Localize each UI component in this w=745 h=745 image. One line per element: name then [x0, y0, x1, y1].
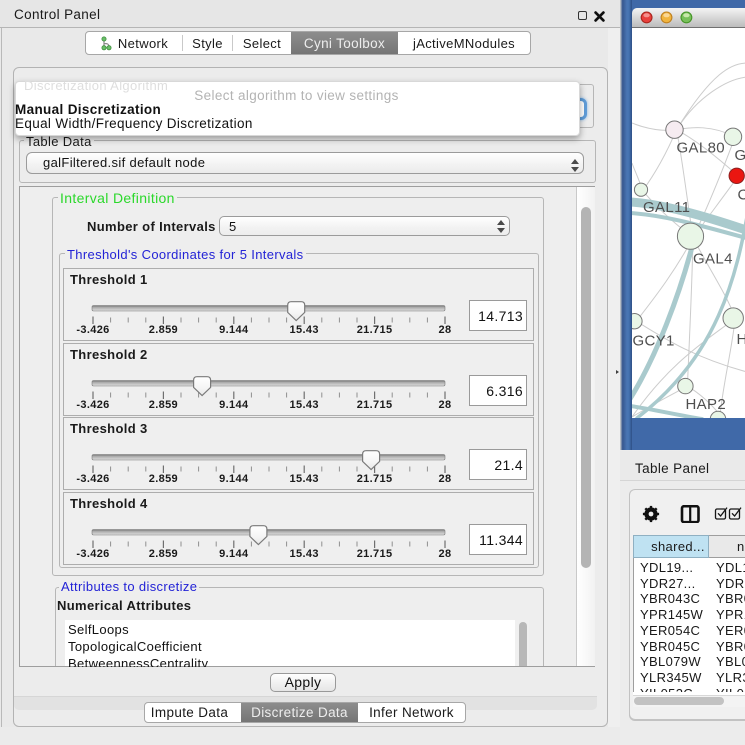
svg-text:GA: GA — [735, 147, 745, 164]
svg-text:GAL11: GAL11 — [643, 199, 690, 216]
svg-text:H: H — [737, 331, 745, 348]
svg-text:GCY1: GCY1 — [633, 332, 675, 349]
svg-text:GAL4: GAL4 — [693, 251, 733, 268]
svg-text:C: C — [738, 187, 745, 204]
svg-text:GAL80: GAL80 — [677, 139, 725, 156]
svg-text:HAP2: HAP2 — [686, 396, 727, 413]
